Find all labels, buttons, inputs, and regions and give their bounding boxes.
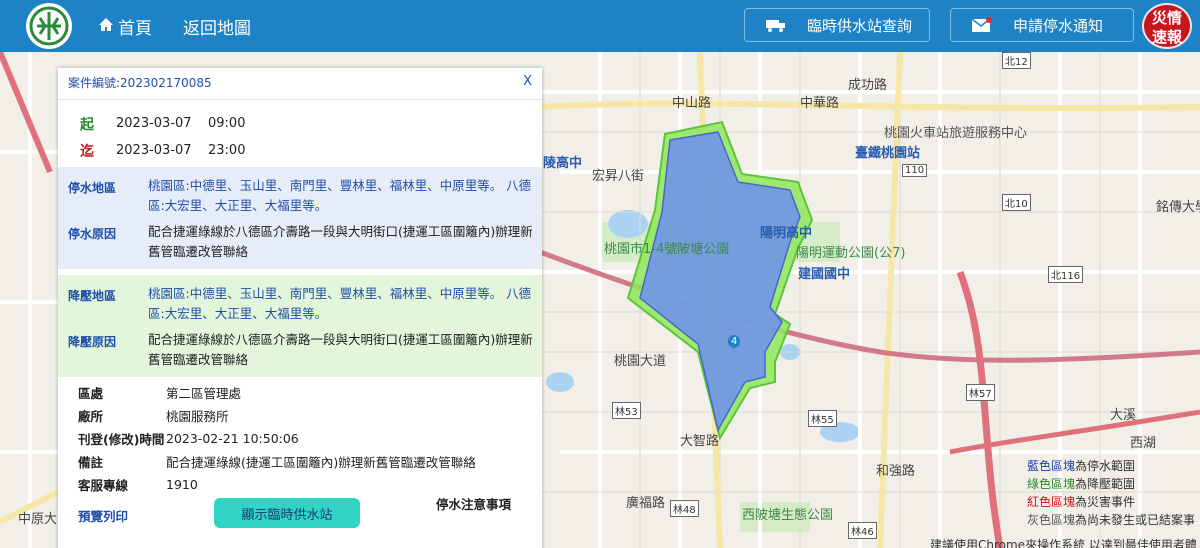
outage-area-label: 停水地區 [68, 181, 117, 195]
road-shield-bei116: 北116 [1048, 266, 1084, 283]
top-navbar: 首頁 返回地圖 臨時供水站查詢 申請停水通知 災情 速報 [0, 0, 1200, 52]
print-preview-link[interactable]: 預覽列印 [78, 506, 128, 525]
outage-reason: 配合捷運綠線於八德區介壽路一段與大明街口(捷運工區圍籬內)辦理新舊管臨遷改管聯絡 [148, 224, 533, 259]
map-label-expressway: 桃園大道 [614, 354, 667, 369]
map-label-xibei: 西陂塘生態公園 [742, 508, 834, 523]
pressure-area: 桃園區:中德里、玉山里、南門里、豐林里、福林里、中原里等。 八德區:大宏里、大正… [148, 286, 532, 321]
outage-section: 停水地區 桃園區:中德里、玉山里、南門里、豐林里、福林里、中原里等。 八德區:大… [58, 167, 542, 269]
map-label-hongsheng: 宏昇八街 [592, 169, 645, 184]
pressure-reason-row: 降壓原因 配合捷運綠線於八德區介壽路一段與大明街口(捷運工區圍籬內)辦理新舊管臨… [58, 327, 542, 373]
map-label-yangming-hs: 陽明高中 [760, 226, 813, 241]
end-time-row: 迄 2023-03-07 23:00 [58, 137, 542, 164]
map-label-ling: 陵高中 [543, 156, 583, 171]
apply-outage-notice-button[interactable]: 申請停水通知 [950, 8, 1134, 42]
map-label-jianguo: 建國國中 [798, 267, 851, 282]
station-button-label: 臨時供水站查詢 [807, 16, 913, 35]
outage-notice-link[interactable]: 停水注意事項 [436, 494, 511, 513]
start-date: 2023-03-07 [116, 116, 192, 131]
outage-area-row: 停水地區 桃園區:中德里、玉山里、南門里、豐林里、福林里、中原里等。 八德區:大… [58, 173, 542, 219]
end-date: 2023-03-07 [116, 143, 192, 158]
map-label-xihu: 西湖 [1130, 436, 1157, 451]
map-label-chenggong: 成功路 [848, 78, 888, 93]
remark-value: 配合捷運綠線(捷運工區圍籬內)辦理新舊管臨遷改管聯絡 [166, 455, 476, 470]
pressure-area-label: 降壓地區 [68, 289, 117, 303]
map-legend: 藍色區塊為停水範圍 綠色區塊為降壓範圍 紅色區塊為災害事件 灰色區塊為尚未發生或… [1027, 457, 1195, 529]
start-time-row: 起 2023-03-07 09:00 [58, 110, 542, 137]
remark-row: 備註 配合捷運綠線(捷運工區圍籬內)辦理新舊管臨遷改管聯絡 [58, 450, 542, 473]
map-label-zhonghua: 中華路 [800, 96, 840, 111]
end-time: 23:00 [208, 143, 246, 158]
map-label-guangfu: 廣福路 [626, 496, 666, 511]
district-label: 區處 [78, 386, 104, 401]
case-number: 案件編號:202302170085 [68, 76, 212, 90]
show-water-station-button[interactable]: 顯示臨時供水站 [214, 498, 360, 528]
remark-label: 備註 [78, 455, 104, 470]
pressure-area-row: 降壓地區 桃園區:中德里、玉山里、南門里、豐林里、福林里、中原里等。 八德區:大… [58, 281, 542, 327]
map-label-daxi: 大溪 [1110, 408, 1137, 423]
case-detail-panel: 案件編號:202302170085 X 起 2023-03-07 09:00 迄… [58, 68, 542, 548]
outage-area: 桃園區:中德里、玉山里、南門里、豐林里、福林里、中原里等。 八德區:大宏里、大正… [148, 178, 532, 213]
pressure-section: 降壓地區 桃園區:中德里、玉山里、南門里、豐林里、福林里、中原里等。 八德區:大… [58, 275, 542, 377]
map-label-station-center: 桃園火車站旅遊服務中心 [884, 126, 1028, 141]
road-shield-bei10: 北10 [1002, 194, 1031, 211]
map-label-park: 桃園市1-4號陂塘公園 [604, 242, 730, 257]
map-label-datong: 大智路 [680, 434, 720, 449]
road-shield-bei12: 北12 [1002, 52, 1031, 69]
start-time: 09:00 [208, 116, 246, 131]
panel-footer: 預覽列印 顯示臨時供水站 停水注意事項 [58, 494, 542, 528]
pressure-reason: 配合捷運綠線於八德區介壽路一段與大明街口(捷運工區圍籬內)辦理新舊管臨遷改管聯絡 [148, 332, 533, 367]
nav-home[interactable]: 首頁 [98, 14, 152, 39]
map-label-taoyuan-station: 臺鐵桃園站 [855, 146, 921, 161]
end-tag: 迄 [80, 143, 94, 160]
road-shield-lin48: 林48 [670, 500, 699, 517]
district-value: 第二區管理處 [166, 386, 242, 401]
water-company-logo[interactable] [26, 3, 72, 49]
nav-home-label: 首頁 [118, 19, 152, 39]
disaster-label-2: 速報 [1151, 28, 1182, 46]
office-row: 廠所 桃園服務所 [58, 404, 542, 427]
legend-blue: 藍色區塊為停水範圍 [1027, 459, 1136, 473]
road-shield-110: 110 [902, 164, 928, 177]
map-label-hexin: 和強路 [876, 464, 916, 479]
water-truck-icon [759, 17, 793, 33]
mail-icon [965, 17, 999, 33]
hotline-label: 客服專線 [78, 478, 129, 493]
browser-recommendation: 建議使用Chrome來操作系統 以達到最佳使用者體 [930, 538, 1197, 548]
legend-green: 綠色區塊為降壓範圍 [1027, 477, 1136, 491]
notify-button-label: 申請停水通知 [1013, 16, 1104, 35]
publish-value: 2023-02-21 10:50:06 [166, 431, 299, 446]
hotline-row: 客服專線 1910 [58, 473, 542, 496]
panel-header: 案件編號:202302170085 X [58, 68, 542, 100]
office-value: 桃園服務所 [166, 409, 229, 424]
close-button[interactable]: X [523, 74, 532, 89]
map-label-mingxin: 銘傳大學 [1156, 200, 1200, 215]
map-label-zhongshan: 中山路 [672, 96, 712, 111]
pressure-reason-label: 降壓原因 [68, 335, 117, 349]
disaster-report-button[interactable]: 災情 速報 [1142, 3, 1192, 49]
road-shield-lin57: 林57 [966, 384, 995, 401]
start-tag: 起 [80, 116, 94, 133]
district-row: 區處 第二區管理處 [58, 381, 542, 404]
legend-gray: 灰色區塊為尚未發生或已結案事 [1027, 513, 1196, 527]
publish-label: 刊登(修改)時間 [78, 432, 165, 447]
legend-red: 紅色區塊為災害事件 [1027, 495, 1136, 509]
map-label-zhongyuan: 中原大 [18, 512, 58, 527]
temporary-water-station-button[interactable]: 臨時供水站查詢 [744, 8, 930, 42]
publish-row: 刊登(修改)時間 2023-02-21 10:50:06 [58, 427, 542, 450]
road-shield-lin55: 林55 [808, 410, 837, 427]
office-label: 廠所 [78, 409, 104, 424]
road-shield-lin53: 林53 [612, 402, 641, 419]
disaster-label-1: 災情 [1151, 9, 1182, 27]
outage-reason-label: 停水原因 [68, 227, 117, 241]
nav-back-label: 返回地圖 [183, 19, 251, 39]
outage-reason-row: 停水原因 配合捷運綠線於八德區介壽路一段與大明街口(捷運工區圍籬內)辦理新舊管臨… [58, 219, 542, 265]
map-label-yangming-park: 陽明運動公園(公7) [796, 246, 906, 261]
road-shield-lin46: 林46 [848, 522, 877, 539]
home-icon [98, 17, 114, 37]
hotline-value: 1910 [166, 477, 198, 492]
nav-back-to-map[interactable]: 返回地圖 [183, 14, 251, 39]
